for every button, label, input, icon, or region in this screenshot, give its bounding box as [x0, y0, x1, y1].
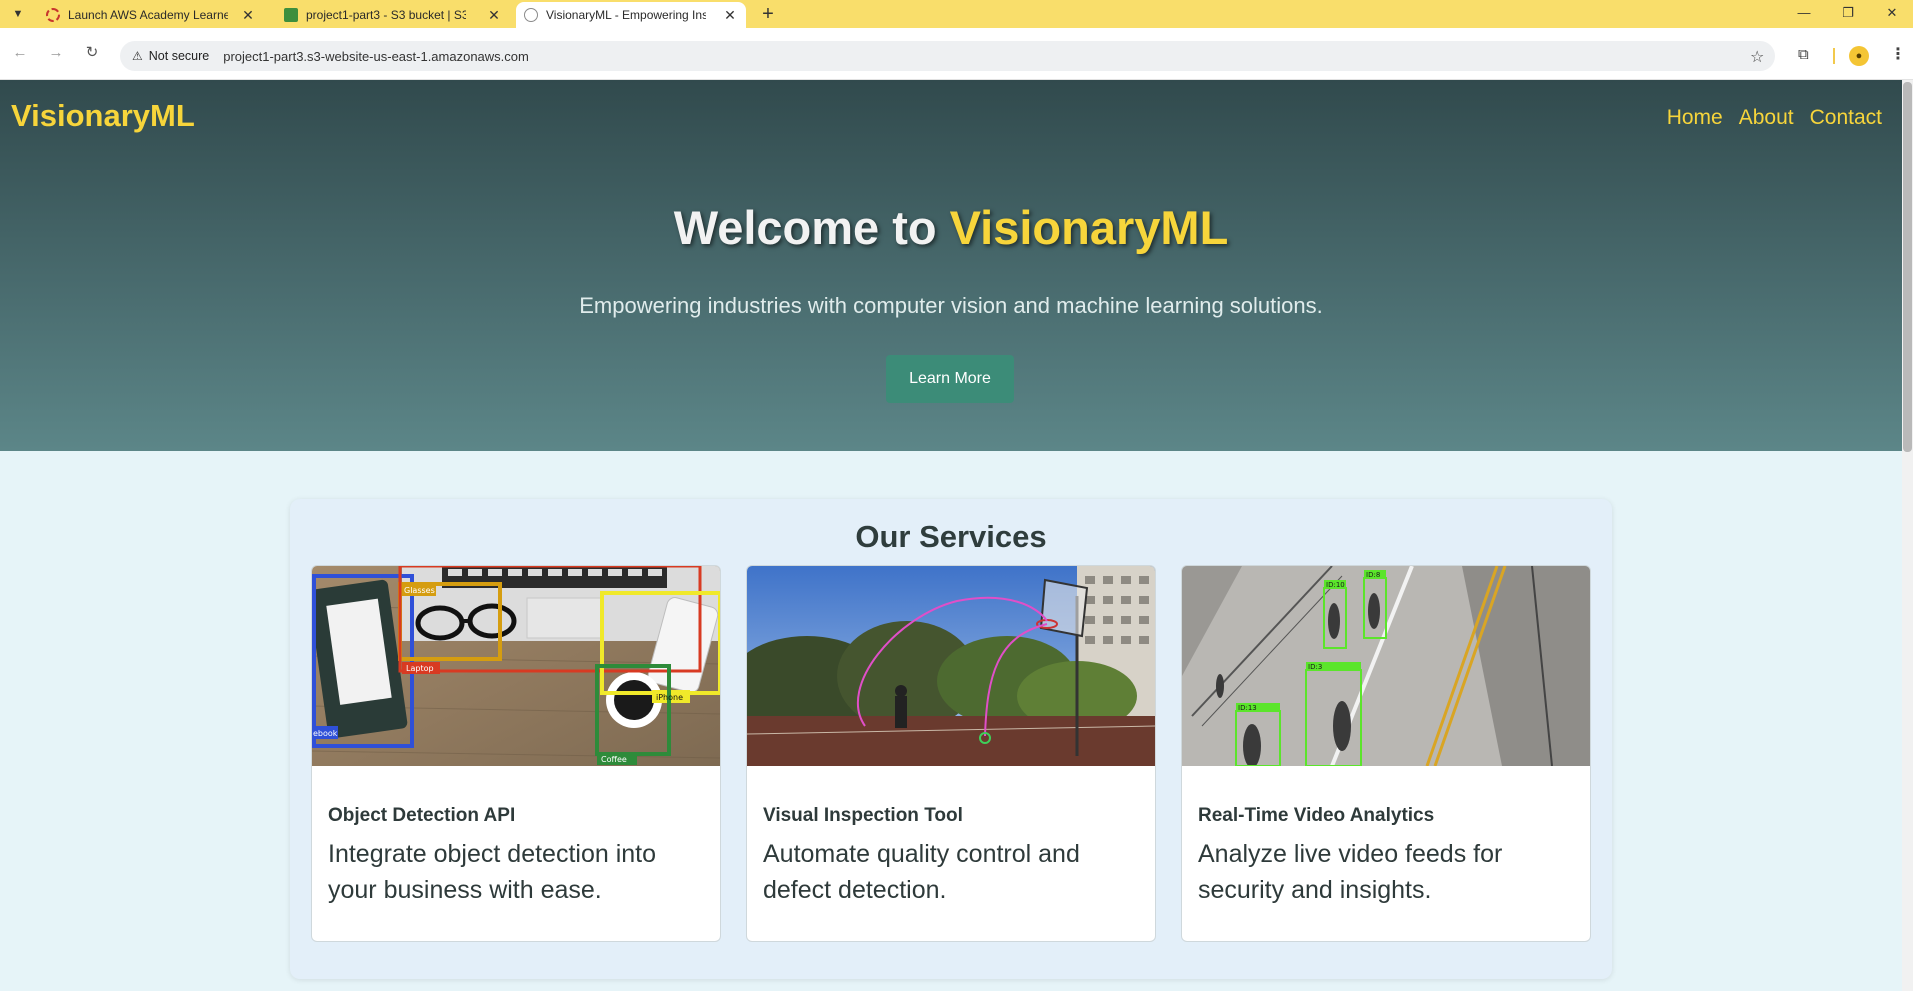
- label-ebook: ebook: [313, 729, 338, 738]
- forward-arrow-icon[interactable]: →: [46, 43, 66, 63]
- site-nav: Home About Contact: [1667, 106, 1882, 130]
- s3-favicon-icon: [284, 8, 298, 22]
- object-detection-image: Glasses Laptop iPhone Coffee ebook: [312, 566, 720, 766]
- service-card-object-detection: Glasses Laptop iPhone Coffee ebook Objec…: [311, 565, 721, 942]
- card-title: Visual Inspection Tool: [763, 805, 963, 826]
- service-card-visual-inspection: Visual Inspection Tool Automate quality …: [746, 565, 1156, 942]
- label-id3: ID:3: [1308, 663, 1322, 671]
- learn-more-button[interactable]: Learn More: [886, 355, 1014, 403]
- nav-link-home[interactable]: Home: [1667, 106, 1723, 130]
- browser-toolbar: ← → ↻ ⚠ Not secure project1-part3.s3-web…: [0, 28, 1913, 80]
- minimize-icon[interactable]: —: [1794, 3, 1814, 23]
- close-tab-icon[interactable]: ✕: [722, 7, 738, 24]
- close-window-icon[interactable]: ✕: [1882, 3, 1902, 23]
- tab-title: project1-part3 - S3 bucket | S3: [306, 8, 466, 22]
- close-tab-icon[interactable]: ✕: [486, 7, 502, 24]
- address-bar[interactable]: ⚠ Not secure project1-part3.s3-website-u…: [120, 41, 1775, 71]
- page-scrollbar-thumb[interactable]: [1903, 82, 1912, 452]
- hero-title-prefix: Welcome to: [673, 201, 950, 254]
- label-glasses: Glasses: [404, 586, 435, 595]
- browser-tab-strip: ▼ Launch AWS Academy Learner Lab ✕ proje…: [0, 0, 1913, 28]
- globe-favicon-icon: [524, 8, 538, 22]
- back-arrow-icon[interactable]: ←: [10, 43, 30, 63]
- hero-subtitle: Empowering industries with computer visi…: [579, 293, 1323, 318]
- nav-link-about[interactable]: About: [1739, 106, 1794, 130]
- tab-visionaryml[interactable]: VisionaryML - Empowering Insights ✕: [516, 2, 746, 28]
- service-card-video-analytics: ID:10 ID:8 ID:3 ID:13 Real-Time Video An…: [1181, 565, 1591, 942]
- bookmark-star-icon[interactable]: ☆: [1750, 47, 1764, 67]
- toolbar-divider: [1833, 48, 1835, 64]
- aws-favicon-icon: [46, 8, 60, 22]
- card-description: Automate quality control and defect dete…: [763, 840, 1080, 904]
- tab-s3-bucket[interactable]: project1-part3 - S3 bucket | S3 ✕: [276, 2, 510, 28]
- label-id13: ID:13: [1238, 704, 1257, 712]
- label-id8: ID:8: [1366, 571, 1380, 579]
- label-iphone: iPhone: [656, 693, 683, 702]
- security-indicator[interactable]: Not secure: [149, 49, 209, 63]
- services-heading: Our Services: [855, 519, 1047, 554]
- label-id10: ID:10: [1326, 581, 1345, 589]
- hero-section: VisionaryML Home About Contact Welcome t…: [0, 80, 1902, 451]
- new-tab-plus-icon[interactable]: +: [758, 3, 778, 25]
- hero-title: Welcome to VisionaryML: [0, 200, 1902, 255]
- card-description: Integrate object detection into your bus…: [328, 840, 657, 904]
- tab-aws-academy[interactable]: Launch AWS Academy Learner Lab ✕: [38, 2, 264, 28]
- extensions-puzzle-icon[interactable]: ⧉: [1798, 46, 1809, 63]
- label-laptop: Laptop: [406, 664, 434, 673]
- card-title: Real-Time Video Analytics: [1198, 805, 1435, 826]
- label-coffee: Coffee: [601, 755, 627, 764]
- kebab-menu-icon[interactable]: ⋮: [1890, 44, 1906, 64]
- profile-avatar-icon[interactable]: ●: [1849, 46, 1869, 66]
- services-section: Our Services Glasses Laptop iPhone Coffe…: [290, 499, 1612, 979]
- restore-icon[interactable]: ❐: [1838, 3, 1858, 23]
- reload-icon[interactable]: ↻: [82, 43, 102, 63]
- card-title: Object Detection API: [328, 805, 516, 826]
- hero-title-highlight: VisionaryML: [949, 201, 1229, 254]
- tab-title: Launch AWS Academy Learner Lab: [68, 8, 228, 22]
- close-tab-icon[interactable]: ✕: [240, 7, 256, 24]
- tab-search-chevron-icon[interactable]: ▼: [6, 4, 30, 24]
- site-logo[interactable]: VisionaryML: [11, 98, 195, 134]
- nav-link-contact[interactable]: Contact: [1810, 106, 1882, 130]
- video-analytics-image: ID:10 ID:8 ID:3 ID:13: [1182, 566, 1590, 766]
- url-text[interactable]: project1-part3.s3-website-us-east-1.amaz…: [223, 49, 529, 64]
- card-description: Analyze live video feeds for security an…: [1198, 840, 1503, 904]
- warning-triangle-icon: ⚠: [132, 49, 143, 63]
- visual-inspection-image: [747, 566, 1155, 766]
- tab-title: VisionaryML - Empowering Insights: [546, 8, 706, 22]
